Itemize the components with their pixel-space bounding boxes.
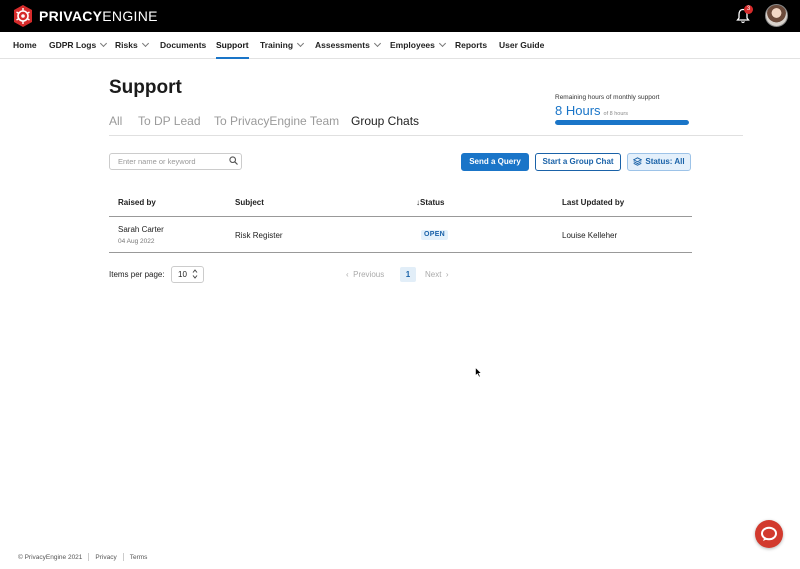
notification-count-badge: 3 bbox=[744, 5, 753, 14]
row-date: 04 Aug 2022 bbox=[118, 238, 155, 245]
chevron-down-icon bbox=[141, 39, 149, 48]
row-last-updated-by: Louise Kelleher bbox=[562, 231, 618, 240]
nav-item-home[interactable]: Home bbox=[13, 32, 37, 59]
items-per-page-select[interactable]: 10 bbox=[171, 266, 204, 283]
search-icon[interactable] bbox=[229, 156, 238, 165]
top-bar: PRIVACYENGINE 3 bbox=[0, 0, 800, 32]
nav-item-risks[interactable]: Risks bbox=[115, 32, 149, 59]
chevron-down-icon bbox=[373, 39, 381, 48]
pagination-next[interactable]: Next › bbox=[425, 270, 449, 279]
support-hours-total: of 8 hours bbox=[603, 111, 628, 117]
chevron-right-icon: › bbox=[441, 270, 449, 279]
column-header-raised-by[interactable]: Raised by bbox=[118, 198, 156, 207]
nav-item-employees[interactable]: Employees bbox=[390, 32, 446, 59]
layers-icon bbox=[633, 157, 642, 166]
table-row[interactable]: Sarah Carter 04 Aug 2022 Risk Register O… bbox=[109, 217, 692, 253]
up-down-arrows-icon bbox=[192, 269, 198, 279]
chevron-down-icon bbox=[438, 39, 446, 48]
pagination-previous[interactable]: ‹ Previous bbox=[346, 270, 384, 279]
footer-divider bbox=[122, 553, 124, 561]
support-hours-panel: Remaining hours of monthly support 8 Hou… bbox=[555, 94, 695, 125]
nav-item-support[interactable]: Support bbox=[216, 32, 249, 59]
support-hours-label: Remaining hours of monthly support bbox=[555, 94, 660, 101]
row-subject: Risk Register bbox=[235, 231, 283, 240]
nav-item-documents[interactable]: Documents bbox=[160, 32, 206, 59]
column-header-subject[interactable]: Subject bbox=[235, 198, 264, 207]
column-header-last-updated-by[interactable]: Last Updated by bbox=[562, 198, 624, 207]
support-table: Raised by Subject ↓Status Last Updated b… bbox=[109, 188, 692, 253]
chevron-down-icon bbox=[100, 39, 108, 48]
footer: © PrivacyEngine 2021 Privacy Terms bbox=[18, 553, 147, 561]
mouse-cursor-icon bbox=[475, 367, 482, 378]
start-group-chat-button[interactable]: Start a Group Chat bbox=[535, 153, 621, 171]
nav-item-reports[interactable]: Reports bbox=[455, 32, 487, 59]
footer-divider bbox=[88, 553, 90, 561]
chat-bubble-icon bbox=[761, 526, 777, 541]
footer-privacy-link[interactable]: Privacy bbox=[95, 554, 116, 561]
nav-item-user-guide[interactable]: User Guide bbox=[499, 32, 544, 59]
chat-launcher-button[interactable] bbox=[755, 520, 783, 548]
nav-item-assessments[interactable]: Assessments bbox=[315, 32, 381, 59]
send-query-button[interactable]: Send a Query bbox=[461, 153, 529, 171]
footer-terms-link[interactable]: Terms bbox=[130, 554, 148, 561]
support-hours-progress bbox=[555, 120, 689, 125]
items-per-page-label: Items per page: bbox=[109, 270, 165, 279]
search-input[interactable] bbox=[109, 153, 242, 170]
logo-text: PRIVACYENGINE bbox=[39, 8, 158, 24]
nav-item-gdpr-logs[interactable]: GDPR Logs bbox=[49, 32, 108, 59]
tab-all[interactable]: All bbox=[109, 114, 122, 136]
tab-to-privacyengine-team[interactable]: To PrivacyEngine Team bbox=[214, 114, 339, 136]
tabs-divider bbox=[109, 135, 743, 136]
chevron-down-icon bbox=[297, 39, 305, 48]
logo[interactable]: PRIVACYENGINE bbox=[13, 5, 158, 27]
support-hours-value: 8 Hours of 8 hours bbox=[555, 103, 628, 118]
privacyengine-logo-icon bbox=[14, 5, 32, 27]
support-hours-progress-fill bbox=[555, 120, 689, 125]
row-raised-by: Sarah Carter bbox=[118, 225, 164, 234]
user-avatar[interactable] bbox=[765, 4, 788, 27]
tab-to-dp-lead[interactable]: To DP Lead bbox=[138, 114, 201, 136]
table-header: Raised by Subject ↓Status Last Updated b… bbox=[109, 188, 692, 217]
status-badge: OPEN bbox=[421, 230, 449, 240]
main-nav: Home GDPR Logs Risks Documents Support T… bbox=[0, 32, 800, 59]
pagination-page-1[interactable]: 1 bbox=[400, 267, 416, 282]
tab-group-chats[interactable]: Group Chats bbox=[351, 114, 420, 136]
nav-item-training[interactable]: Training bbox=[260, 32, 305, 59]
page-title: Support bbox=[109, 77, 182, 98]
footer-copyright: © PrivacyEngine 2021 bbox=[18, 553, 83, 561]
column-header-status[interactable]: ↓Status bbox=[416, 198, 444, 207]
